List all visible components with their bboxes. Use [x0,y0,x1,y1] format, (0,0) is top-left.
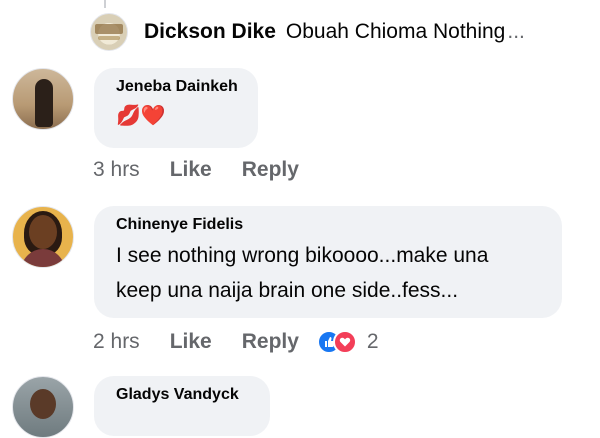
love-icon [332,330,357,354]
reply-author[interactable]: Dickson Dike [144,20,276,44]
comment-bubble: Chinenye Fidelis I see nothing wrong bik… [94,206,562,318]
like-button[interactable]: Like [170,158,212,182]
comment-actions: 2 hrs Like Reply 2 [93,330,379,354]
reply-button[interactable]: Reply [242,158,299,182]
like-button[interactable]: Like [170,330,212,354]
reply-snippet: Obuah Chioma Nothing [285,20,506,43]
reply-button[interactable]: Reply [242,330,299,354]
avatar[interactable] [90,13,128,51]
comment-time[interactable]: 2 hrs [93,330,140,354]
comment-time[interactable]: 3 hrs [93,158,140,182]
comment-actions: 3 hrs Like Reply [93,158,299,182]
thread-line [104,0,106,8]
avatar[interactable] [12,206,74,268]
avatar[interactable] [12,68,74,130]
reactions-summary[interactable]: 2 [316,330,379,354]
reaction-count: 2 [366,330,379,353]
comment-text-line: keep una naija brain one side..fess... [116,279,459,302]
comment-author[interactable]: Chinenye Fidelis [116,216,542,234]
avatar[interactable] [12,376,74,438]
reply-ellipsis: ... [507,20,525,43]
comment-author[interactable]: Jeneba Dainkeh [116,78,238,96]
comment-emoji: 💋❤️ [116,105,166,127]
comment-bubble: Jeneba Dainkeh 💋❤️ [94,68,258,148]
comment-text-line: I see nothing wrong bikoooo...make una [116,244,489,267]
reply-preview[interactable]: Dickson Dike Obuah Chioma Nothing ... [90,12,525,52]
comment-bubble: Gladys Vandyck [94,376,270,436]
comment-author[interactable]: Gladys Vandyck [116,386,250,404]
